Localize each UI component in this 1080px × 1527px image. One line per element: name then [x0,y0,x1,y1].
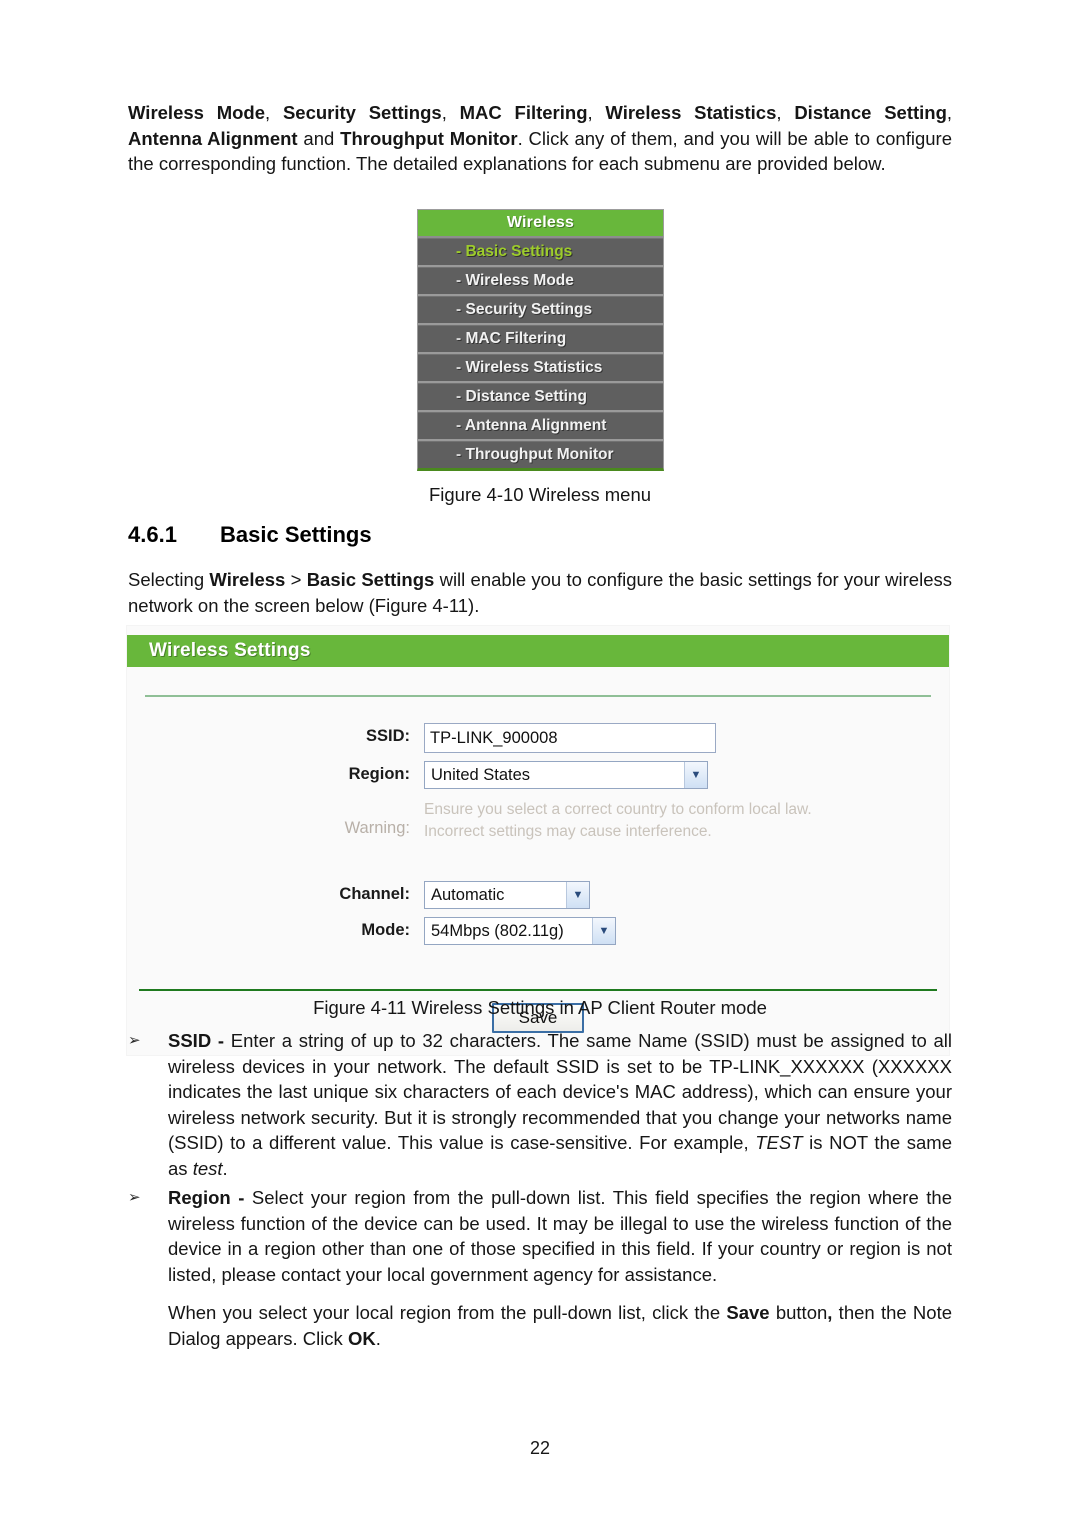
region-select[interactable]: United States ▼ [424,761,708,789]
bullet-ssid-text: SSID - Enter a string of up to 32 charac… [168,1030,953,1179]
intro-paragraph: Wireless Mode, Security Settings, MAC Fi… [128,102,953,174]
menu-item-label: Basic Settings [465,243,573,260]
wireless-menu: Wireless - Basic Settings - Wireless Mod… [417,209,664,471]
menu-item-antenna-alignment[interactable]: - Antenna Alignment [418,412,663,441]
document-page: Wireless Mode, Security Settings, MAC Fi… [0,0,1080,1527]
menu-item-throughput-monitor[interactable]: - Throughput Monitor [418,441,663,468]
menu-item-distance-setting[interactable]: - Distance Setting [418,383,663,412]
section-number: 4.6.1 [128,522,177,547]
menu-item-wireless-mode[interactable]: - Wireless Mode [418,267,663,296]
warning-text: Ensure you select a correct country to c… [424,797,812,843]
menu-item-wireless-statistics[interactable]: - Wireless Statistics [418,354,663,383]
channel-label: Channel: [339,885,410,903]
mode-select[interactable]: 54Mbps (802.11g) ▼ [424,917,616,945]
section-title: Basic Settings [220,522,372,547]
chevron-down-icon: ▼ [592,918,615,944]
region-select-value: United States [431,765,531,784]
menu-item-label: Throughput Monitor [465,446,614,463]
mode-label: Mode: [361,921,410,939]
menu-item-label: Security Settings [465,301,593,318]
warning-line-2: Incorrect settings may cause interferenc… [424,823,712,840]
region-label: Region: [348,765,410,783]
wireless-menu-figure: Wireless - Basic Settings - Wireless Mod… [417,209,664,471]
section-heading: 4.6.1 Basic Settings [128,522,952,548]
menu-item-label: Antenna Alignment [464,417,607,434]
menu-item-dash: - [456,301,462,318]
wireless-settings-panel: Wireless Settings SSID: Region: United S… [126,625,950,1056]
panel-title: Wireless Settings [127,635,949,667]
warning-row: Warning: Ensure you select a correct cou… [127,797,949,843]
page-number: 22 [529,1438,551,1458]
menu-item-label: Distance Setting [465,388,587,405]
panel-title-spacer [127,667,949,695]
panel-form: SSID: Region: United States ▼ Warning: E… [127,697,949,989]
list-item: ➢ Region - Select your region from the p… [128,1185,952,1287]
list-item: ➢ SSID - Enter a string of up to 32 char… [128,1028,952,1181]
channel-row: Channel: Automatic ▼ [127,881,949,909]
menu-item-dash: - [456,272,462,289]
menu-item-mac-filtering[interactable]: - MAC Filtering [418,325,663,354]
menu-item-label: Wireless Statistics [465,359,603,376]
warning-line-1: Ensure you select a correct country to c… [424,801,812,818]
ssid-row: SSID: [127,723,949,753]
wireless-menu-header: Wireless [418,210,663,238]
selecting-paragraph: Selecting Wireless > Basic Settings will… [128,569,952,616]
menu-item-dash: - [456,243,462,260]
menu-item-dash: - [456,330,462,347]
channel-select-value: Automatic [431,885,505,904]
mode-row: Mode: 54Mbps (802.11g) ▼ [127,917,949,945]
menu-item-dash: - [456,446,462,463]
form-spacer [127,851,949,881]
menu-item-label: MAC Filtering [465,330,567,347]
figure-4-10-caption: Figure 4-10 Wireless menu [428,484,652,505]
warning-label: Warning: [344,819,410,837]
ssid-input[interactable] [424,723,716,753]
channel-select[interactable]: Automatic ▼ [424,881,590,909]
chevron-down-icon: ▼ [566,882,589,908]
menu-item-basic-settings[interactable]: - Basic Settings [418,238,663,267]
bullet-region-text: Region - Select your region from the pul… [168,1187,952,1285]
menu-item-dash: - [456,359,462,376]
menu-item-label: Wireless Mode [465,272,574,289]
mode-select-value: 54Mbps (802.11g) [431,921,564,940]
form-spacer-bottom [127,953,949,989]
chevron-down-icon: ▼ [684,762,707,788]
ssid-label: SSID: [365,727,410,745]
arrow-bullet-icon: ➢ [128,1031,141,1049]
region-row: Region: United States ▼ [127,761,949,789]
menu-item-security-settings[interactable]: - Security Settings [418,296,663,325]
figure-4-11-caption: Figure 4-11 Wireless Settings in AP Clie… [313,997,767,1018]
arrow-bullet-icon: ➢ [128,1188,141,1206]
closing-paragraph: When you select your local region from t… [168,1302,952,1349]
menu-item-dash: - [456,417,462,434]
menu-item-dash: - [456,388,462,405]
